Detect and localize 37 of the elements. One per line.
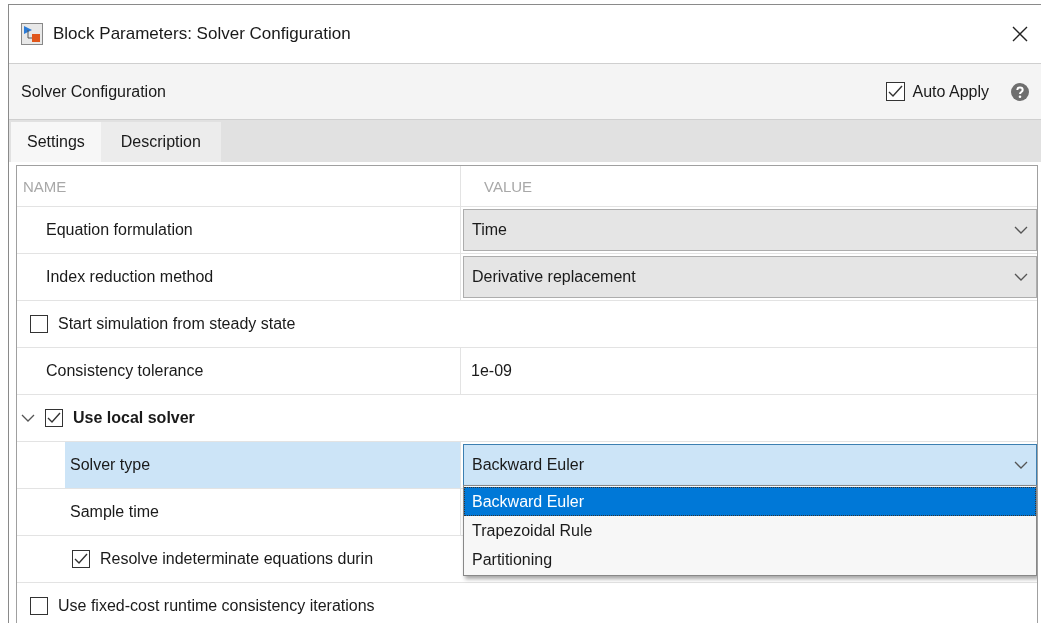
parameter-name: Equation formulation [45,220,194,240]
checkbox-label: Use fixed-cost runtime consistency iterations [58,597,375,615]
checkbox[interactable] [45,409,63,427]
dropdown-field[interactable]: Time [463,209,1037,251]
checkbox-label: Auto Apply [912,82,989,101]
chevron-down-icon [1014,225,1028,235]
dropdown-value: Time [472,221,507,239]
group-label: Use local solver [73,409,195,427]
parameter-name: Index reduction method [45,267,215,287]
menu-option[interactable]: Trapezoidal Rule [464,516,1036,545]
column-header: VALUE [460,166,1037,206]
parameter-name: Solver type [65,442,460,488]
chevron-down-icon [1014,460,1028,470]
checkbox[interactable] [885,82,905,101]
dropdown-field[interactable]: Derivative replacement [463,256,1037,298]
close-icon[interactable] [1011,25,1029,43]
checkbox[interactable] [30,597,48,615]
parameter-name: Consistency tolerance [45,361,205,381]
checkbox-label: Resolve indeterminate equations durin [100,550,374,568]
menu-option[interactable]: Backward Euler [464,487,1036,516]
tab[interactable]: Description [100,122,221,162]
dropdown-value: Derivative replacement [472,268,636,286]
block-name: Solver Configuration [21,82,167,101]
checkbox-label: Start simulation from steady state [58,315,296,333]
checkbox[interactable] [72,550,90,568]
parameter-name: Sample time [69,502,160,522]
chevron-down-icon[interactable] [21,413,35,423]
parameter-value: 1e-09 [470,361,512,381]
app-icon [21,23,43,45]
tab[interactable]: Settings [11,122,101,162]
dropdown-value: Backward Euler [472,456,585,474]
menu-option[interactable]: Partitioning [464,545,1036,574]
help-icon[interactable] [1011,82,1029,101]
column-header: NAME [22,176,68,197]
checkbox[interactable] [30,315,48,333]
window-title: Block Parameters: Solver Configuration [53,24,352,44]
chevron-down-icon [1014,272,1028,282]
